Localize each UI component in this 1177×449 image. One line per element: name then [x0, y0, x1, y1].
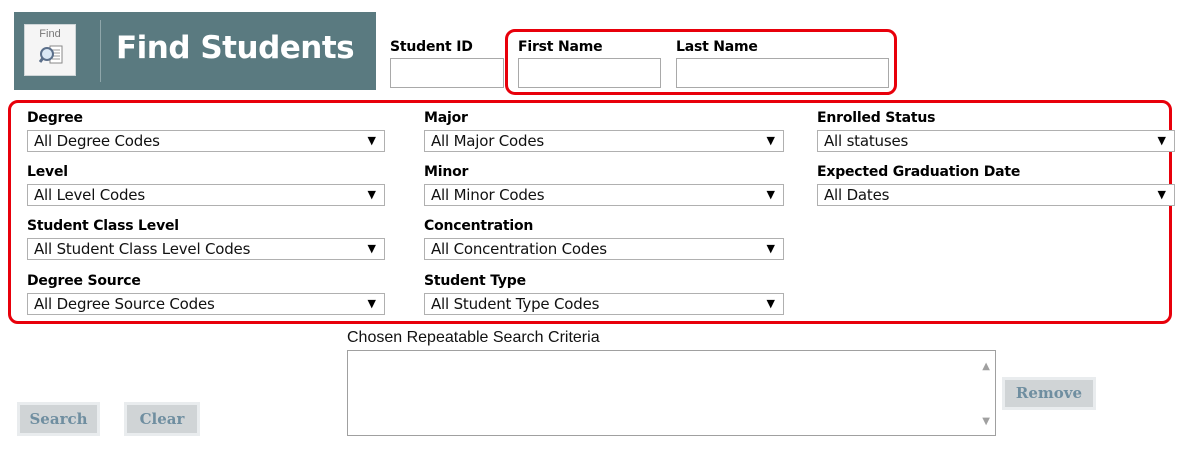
- chevron-down-icon: ▼: [367, 188, 376, 201]
- level-label: Level: [27, 164, 68, 180]
- page-header: Find Find Students: [14, 12, 376, 90]
- student-class-level-select-value: All Student Class Level Codes: [34, 240, 251, 258]
- chevron-down-icon: ▼: [766, 242, 775, 255]
- page-title: Find Students: [116, 30, 355, 66]
- enrolled-status-select[interactable]: All statuses ▼: [817, 130, 1175, 152]
- chevron-down-icon: ▼: [367, 134, 376, 147]
- student-type-select-value: All Student Type Codes: [431, 295, 600, 313]
- magnifier-icon: [39, 45, 63, 64]
- degree-source-select[interactable]: All Degree Source Codes ▼: [27, 293, 385, 315]
- level-select[interactable]: All Level Codes ▼: [27, 184, 385, 206]
- chevron-down-icon: ▼: [367, 297, 376, 310]
- chevron-down-icon: ▼: [367, 242, 376, 255]
- chevron-down-icon: ▼: [1157, 134, 1166, 147]
- student-type-select[interactable]: All Student Type Codes ▼: [424, 293, 784, 315]
- minor-select-value: All Minor Codes: [431, 186, 545, 204]
- concentration-label: Concentration: [424, 218, 534, 234]
- concentration-select-value: All Concentration Codes: [431, 240, 607, 258]
- level-select-value: All Level Codes: [34, 186, 145, 204]
- remove-button[interactable]: Remove: [1002, 377, 1096, 410]
- enrolled-status-label: Enrolled Status: [817, 110, 936, 126]
- criteria-list[interactable]: ▲ ▼: [347, 350, 996, 436]
- chevron-down-icon: ▼: [766, 134, 775, 147]
- find-icon: Find: [24, 24, 76, 76]
- student-id-label: Student ID: [390, 39, 473, 55]
- major-select-value: All Major Codes: [431, 132, 544, 150]
- enrolled-status-select-value: All statuses: [824, 132, 909, 150]
- degree-select-value: All Degree Codes: [34, 132, 160, 150]
- expected-graduation-date-select-value: All Dates: [824, 186, 890, 204]
- clear-button[interactable]: Clear: [124, 402, 200, 436]
- expected-graduation-date-select[interactable]: All Dates ▼: [817, 184, 1175, 206]
- student-id-input[interactable]: [390, 58, 504, 88]
- student-type-label: Student Type: [424, 273, 526, 289]
- chevron-down-icon: ▼: [1157, 188, 1166, 201]
- major-select[interactable]: All Major Codes ▼: [424, 130, 784, 152]
- criteria-label: Chosen Repeatable Search Criteria: [347, 329, 600, 346]
- last-name-input[interactable]: [676, 58, 889, 88]
- last-name-label: Last Name: [676, 39, 758, 55]
- scroll-down-icon[interactable]: ▼: [982, 416, 990, 427]
- expected-graduation-date-label: Expected Graduation Date: [817, 164, 1021, 180]
- major-label: Major: [424, 110, 468, 126]
- degree-label: Degree: [27, 110, 83, 126]
- scroll-up-icon[interactable]: ▲: [982, 361, 990, 372]
- student-class-level-label: Student Class Level: [27, 218, 179, 234]
- first-name-label: First Name: [518, 39, 603, 55]
- degree-source-select-value: All Degree Source Codes: [34, 295, 215, 313]
- concentration-select[interactable]: All Concentration Codes ▼: [424, 238, 784, 260]
- find-icon-label: Find: [39, 28, 61, 40]
- minor-label: Minor: [424, 164, 469, 180]
- degree-select[interactable]: All Degree Codes ▼: [27, 130, 385, 152]
- header-divider: [100, 20, 101, 82]
- search-button[interactable]: Search: [17, 402, 100, 436]
- minor-select[interactable]: All Minor Codes ▼: [424, 184, 784, 206]
- chevron-down-icon: ▼: [766, 297, 775, 310]
- student-class-level-select[interactable]: All Student Class Level Codes ▼: [27, 238, 385, 260]
- chevron-down-icon: ▼: [766, 188, 775, 201]
- degree-source-label: Degree Source: [27, 273, 141, 289]
- first-name-input[interactable]: [518, 58, 661, 88]
